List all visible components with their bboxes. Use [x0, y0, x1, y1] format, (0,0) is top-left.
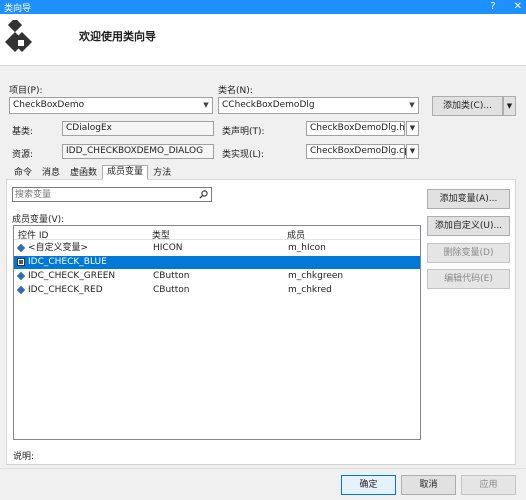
- search-input[interactable]: [15, 188, 195, 201]
- wizard-header: 欢迎使用类向导: [0, 14, 526, 66]
- tab-strip: 命令 消息 虚函数 成员变量 方法: [9, 165, 176, 180]
- table-row[interactable]: <自定义变量> HICON m_hIcon: [14, 242, 420, 255]
- declaration-field[interactable]: CheckBoxDemoDlg.h: [306, 121, 405, 136]
- delete-variable-button[interactable]: 删除变量(D): [427, 243, 510, 263]
- page-title: 欢迎使用类向导: [79, 30, 156, 43]
- base-class-field: CDialogEx: [62, 121, 214, 136]
- row-type: CButton: [153, 285, 190, 295]
- apply-button[interactable]: 应用: [461, 475, 516, 495]
- tab-commands[interactable]: 命令: [9, 166, 37, 180]
- row-type: HICON: [153, 243, 183, 253]
- project-label: 项目(P):: [9, 86, 43, 96]
- tab-virtual-functions[interactable]: 虚函数: [65, 166, 102, 180]
- tab-messages[interactable]: 消息: [37, 166, 65, 180]
- add-custom-button[interactable]: 添加自定义(U)...: [427, 216, 510, 236]
- row-control-id: <自定义变量>: [28, 243, 89, 253]
- cancel-button[interactable]: 取消: [401, 475, 456, 495]
- class-wizard-logo-icon: [5, 20, 32, 52]
- row-member: m_hIcon: [288, 243, 326, 253]
- search-icon[interactable]: [199, 190, 208, 199]
- variable-icon: [17, 244, 25, 252]
- table-row-selected[interactable]: IDC_CHECK_BLUE: [14, 256, 420, 269]
- classname-value: CCheckBoxDemoDlg: [222, 100, 315, 110]
- chevron-down-icon: ▼: [203, 101, 209, 109]
- row-member: m_chkred: [288, 285, 332, 295]
- column-header-type[interactable]: 类型: [152, 228, 170, 241]
- base-class-label: 基类:: [12, 127, 34, 137]
- column-header-member[interactable]: 成员: [287, 228, 305, 241]
- declaration-label: 类声明(T):: [222, 127, 265, 137]
- checkbox-control-icon: [17, 258, 25, 266]
- project-combo[interactable]: CheckBoxDemo ▼: [9, 97, 213, 114]
- implementation-dropdown[interactable]: ▼: [406, 144, 419, 159]
- add-class-button[interactable]: 添加类(C)...: [432, 96, 503, 116]
- tab-methods[interactable]: 方法: [148, 166, 176, 180]
- row-control-id: IDC_CHECK_BLUE: [28, 257, 107, 267]
- row-type: CButton: [153, 271, 190, 281]
- help-button[interactable]: ?: [490, 0, 495, 14]
- table-row[interactable]: IDC_CHECK_RED CButton m_chkred: [14, 284, 420, 297]
- project-value: CheckBoxDemo: [13, 100, 85, 110]
- classname-combo[interactable]: CCheckBoxDemoDlg ▼: [218, 97, 419, 114]
- add-class-dropdown-button[interactable]: ▼: [503, 96, 516, 116]
- member-variables-label: 成员变量(V):: [12, 215, 65, 225]
- chevron-down-icon: ▼: [409, 101, 415, 109]
- tab-member-variables[interactable]: 成员变量: [102, 165, 149, 180]
- add-variable-button[interactable]: 添加变量(A)...: [427, 189, 510, 209]
- declaration-dropdown[interactable]: ▼: [406, 121, 419, 136]
- title-bar: 类向导 ? ✕: [0, 0, 526, 14]
- variable-icon: [17, 272, 25, 280]
- classname-label: 类名(N):: [218, 86, 253, 96]
- resource-field: IDD_CHECKBOXDEMO_DIALOG: [62, 144, 214, 159]
- row-control-id: IDC_CHECK_RED: [28, 285, 103, 295]
- edit-code-button[interactable]: 编辑代码(E): [427, 269, 510, 289]
- close-button[interactable]: ✕: [514, 0, 522, 14]
- row-member: m_chkgreen: [288, 271, 344, 281]
- variable-icon: [17, 286, 25, 294]
- search-box[interactable]: [12, 187, 212, 202]
- member-variables-list[interactable]: 控件 ID 类型 成员 <自定义变量> HICON m_hIcon IDC_CH…: [13, 225, 421, 440]
- ok-button[interactable]: 确定: [341, 475, 396, 495]
- chevron-down-icon: ▼: [409, 147, 416, 155]
- column-header-control-id[interactable]: 控件 ID: [18, 228, 48, 241]
- implementation-field[interactable]: CheckBoxDemoDlg.cpp: [306, 144, 416, 159]
- chevron-down-icon: ▼: [409, 124, 416, 132]
- list-header: 控件 ID 类型 成员: [14, 226, 420, 241]
- chevron-down-icon: ▼: [506, 102, 513, 110]
- implementation-label: 类实现(L):: [222, 150, 265, 160]
- resource-label: 资源:: [12, 150, 34, 160]
- description-label: 说明:: [13, 452, 35, 462]
- window-title: 类向导: [4, 4, 32, 14]
- row-control-id: IDC_CHECK_GREEN: [28, 271, 116, 281]
- table-row[interactable]: IDC_CHECK_GREEN CButton m_chkgreen: [14, 270, 420, 283]
